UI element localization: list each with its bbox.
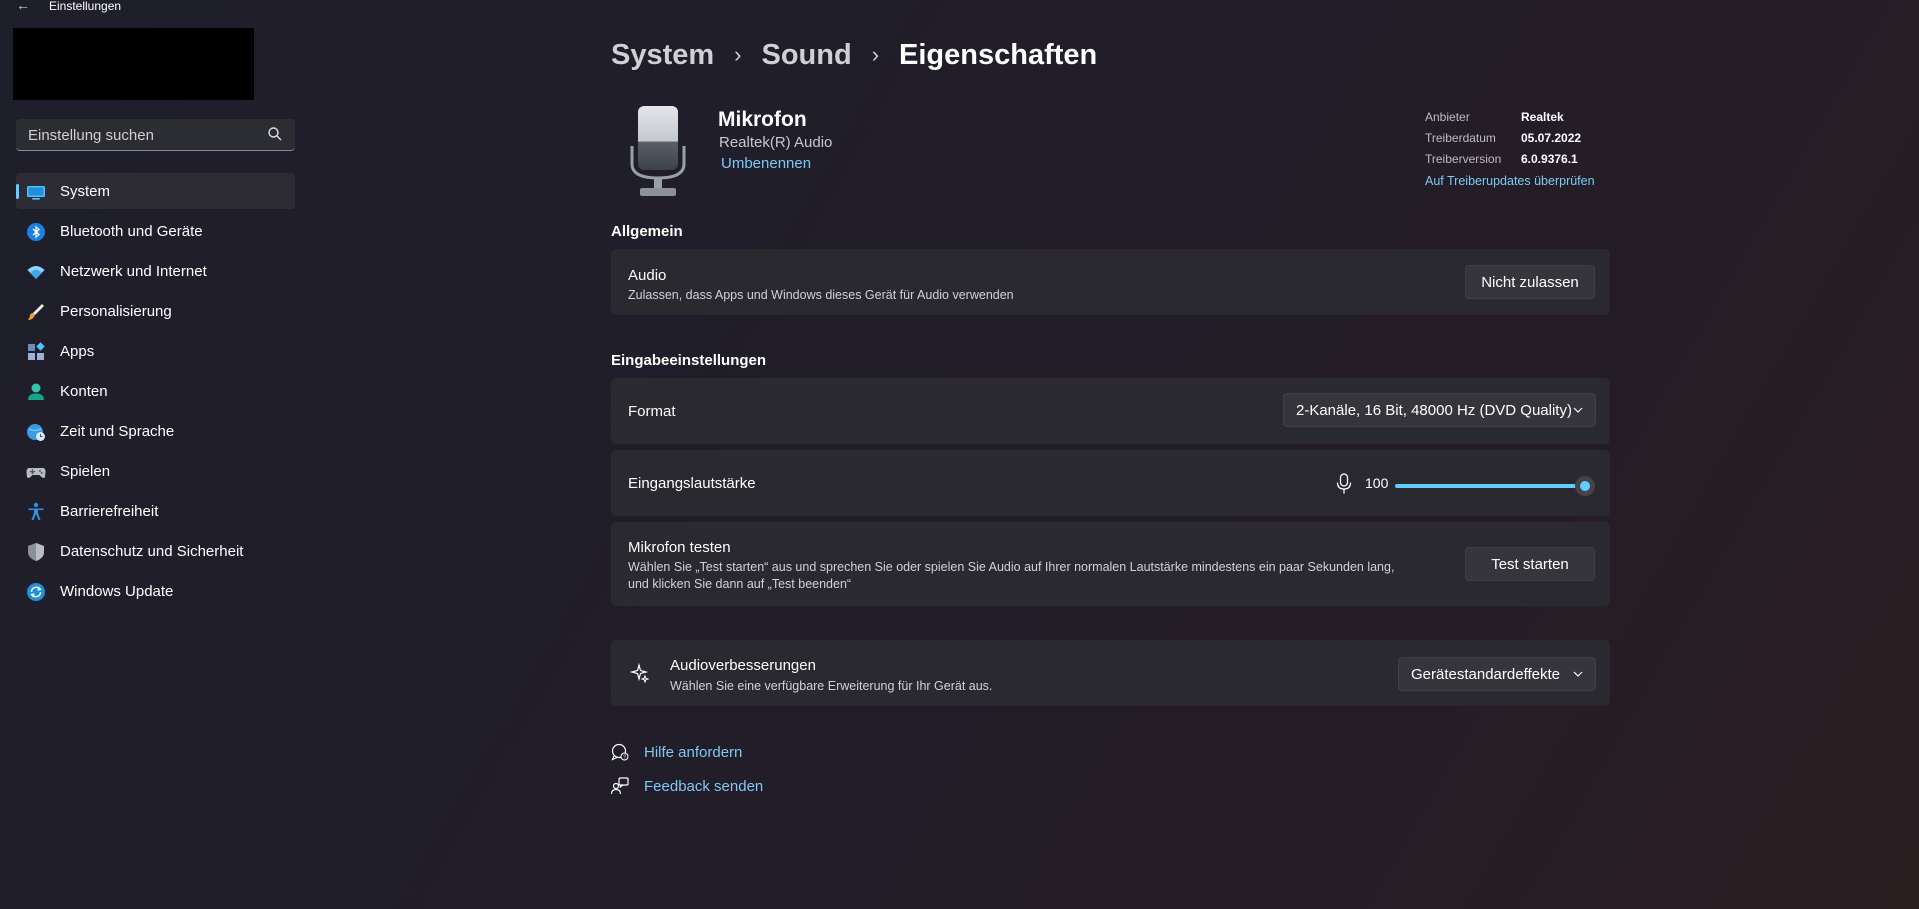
info-row-vendor: Anbieter Realtek	[1425, 110, 1595, 131]
breadcrumb-sound[interactable]: Sound	[762, 39, 852, 72]
sidebar-item-time-language[interactable]: Zeit und Sprache	[16, 413, 295, 449]
bluetooth-icon	[27, 223, 45, 241]
search-box[interactable]	[16, 119, 295, 151]
feedback-label[interactable]: Feedback senden	[644, 778, 763, 795]
format-label: Format	[628, 403, 676, 420]
window-title: Einstellungen	[49, 0, 122, 13]
info-key: Anbieter	[1425, 110, 1470, 124]
page-title: Eigenschaften	[899, 38, 1098, 71]
sidebar-item-system[interactable]: System	[16, 173, 295, 209]
sidebar-item-label: Windows Update	[60, 583, 174, 600]
microphone-icon[interactable]	[1336, 473, 1352, 495]
format-card: Format 2-Kanäle, 16 Bit, 48000 Hz (DVD Q…	[611, 378, 1610, 444]
input-volume-slider-thumb[interactable]	[1575, 476, 1595, 496]
search-icon[interactable]	[267, 126, 283, 142]
input-volume-slider-track[interactable]	[1395, 484, 1585, 488]
svg-text:?: ?	[623, 755, 626, 761]
update-icon	[27, 583, 45, 601]
start-test-button[interactable]: Test starten	[1465, 547, 1595, 581]
get-help-label[interactable]: Hilfe anfordern	[644, 744, 742, 761]
shield-icon	[28, 543, 44, 561]
account-banner[interactable]	[13, 28, 254, 100]
input-volume-card: Eingangslautstärke 100	[611, 450, 1610, 516]
sidebar-item-gaming[interactable]: Spielen	[16, 453, 295, 489]
sidebar-item-label: Apps	[60, 343, 95, 360]
sidebar-item-label: Barrierefreiheit	[60, 503, 159, 520]
mic-test-card: Mikrofon testen Wählen Sie „Test starten…	[611, 522, 1610, 606]
title-bar: ← Einstellungen	[0, 0, 300, 14]
sidebar-item-bluetooth[interactable]: Bluetooth und Geräte	[16, 213, 295, 249]
mic-test-description-line2: und klicken Sie dann auf „Test beenden“	[628, 577, 852, 591]
brush-icon	[28, 304, 44, 320]
sidebar-item-accessibility[interactable]: Barrierefreiheit	[16, 493, 295, 529]
info-value: 05.07.2022	[1521, 131, 1582, 145]
audio-enhancements-card: Audioverbesserungen Wählen Sie eine verf…	[611, 640, 1610, 706]
info-value: 6.0.9376.1	[1521, 152, 1578, 166]
sidebar-item-windows-update[interactable]: Windows Update	[16, 573, 295, 609]
sidebar-item-label: Datenschutz und Sicherheit	[60, 543, 244, 560]
sidebar-nav: System Bluetooth und Geräte Netzwerk und…	[16, 173, 295, 613]
apps-icon	[28, 342, 45, 360]
chevron-down-icon	[1573, 407, 1583, 413]
rename-link[interactable]: Umbenennen	[721, 155, 811, 172]
audio-description: Zulassen, dass Apps und Windows dieses G…	[628, 288, 1014, 302]
system-icon	[27, 186, 45, 200]
enhancements-value: Gerätestandardeffekte	[1411, 665, 1560, 683]
help-chat-icon: ?	[611, 743, 629, 761]
sidebar-item-personalization[interactable]: Personalisierung	[16, 293, 295, 329]
info-value: Realtek	[1521, 110, 1564, 124]
sidebar-item-accounts[interactable]: Konten	[16, 373, 295, 409]
device-name: Mikrofon	[718, 108, 807, 131]
feedback-link[interactable]: Feedback senden	[611, 775, 763, 797]
sparkle-effects-icon	[630, 663, 650, 683]
sidebar-item-label: Spielen	[60, 463, 111, 480]
format-dropdown[interactable]: 2-Kanäle, 16 Bit, 48000 Hz (DVD Quality)	[1283, 393, 1596, 427]
chevron-down-icon	[1573, 671, 1583, 677]
search-input[interactable]	[26, 119, 260, 151]
driver-info: Anbieter Realtek Treiberdatum 05.07.2022…	[1425, 110, 1595, 188]
gamepad-icon	[26, 468, 46, 478]
enhancements-title: Audioverbesserungen	[670, 657, 816, 674]
account-icon	[28, 383, 44, 400]
back-arrow-icon[interactable]: ←	[16, 0, 30, 13]
breadcrumb-chevron-icon: ›	[734, 42, 742, 67]
mic-test-description-line1: Wählen Sie „Test starten“ aus und sprech…	[628, 560, 1395, 574]
sidebar-item-label: System	[60, 183, 111, 200]
audio-title: Audio	[628, 267, 667, 284]
sidebar-item-network[interactable]: Netzwerk und Internet	[16, 253, 295, 289]
driver-update-link[interactable]: Auf Treiberupdates überprüfen	[1425, 174, 1595, 188]
breadcrumb-system[interactable]: System	[611, 39, 714, 72]
info-row-version: Treiberversion 6.0.9376.1	[1425, 152, 1595, 173]
disallow-button[interactable]: Nicht zulassen	[1465, 265, 1595, 299]
sidebar-item-label: Konten	[60, 383, 108, 400]
section-title-input: Eingabeeinstellungen	[611, 352, 767, 369]
get-help-link[interactable]: ? Hilfe anfordern	[611, 741, 742, 763]
feedback-person-icon	[611, 777, 629, 795]
input-volume-value: 100	[1365, 475, 1389, 491]
enhancements-description: Wählen Sie eine verfügbare Erweiterung f…	[670, 679, 993, 693]
sidebar-item-apps[interactable]: Apps	[16, 333, 295, 369]
sidebar-item-privacy[interactable]: Datenschutz und Sicherheit	[16, 533, 295, 569]
sidebar-item-label: Zeit und Sprache	[60, 423, 175, 440]
info-row-date: Treiberdatum 05.07.2022	[1425, 131, 1595, 152]
device-driver-name: Realtek(R) Audio	[719, 134, 833, 151]
sidebar-item-label: Personalisierung	[60, 303, 172, 320]
breadcrumb: System › Sound › Eigenschaften	[611, 35, 1097, 75]
input-volume-label: Eingangslautstärke	[628, 475, 756, 492]
breadcrumb-chevron-icon: ›	[871, 42, 880, 67]
wifi-icon	[27, 266, 45, 279]
mic-test-title: Mikrofon testen	[628, 539, 731, 556]
info-key: Treiberdatum	[1425, 131, 1496, 145]
globe-clock-icon	[27, 424, 45, 441]
microphone-device-icon	[630, 106, 686, 196]
sidebar-item-label: Bluetooth und Geräte	[60, 223, 203, 240]
info-key: Treiberversion	[1425, 152, 1502, 166]
enhancements-dropdown[interactable]: Gerätestandardeffekte	[1398, 657, 1596, 691]
accessibility-icon	[28, 502, 44, 520]
format-value: 2-Kanäle, 16 Bit, 48000 Hz (DVD Quality)	[1296, 401, 1572, 419]
sidebar-item-label: Netzwerk und Internet	[60, 263, 207, 280]
audio-card: Audio Zulassen, dass Apps und Windows di…	[611, 249, 1610, 315]
section-title-general: Allgemein	[611, 223, 683, 240]
